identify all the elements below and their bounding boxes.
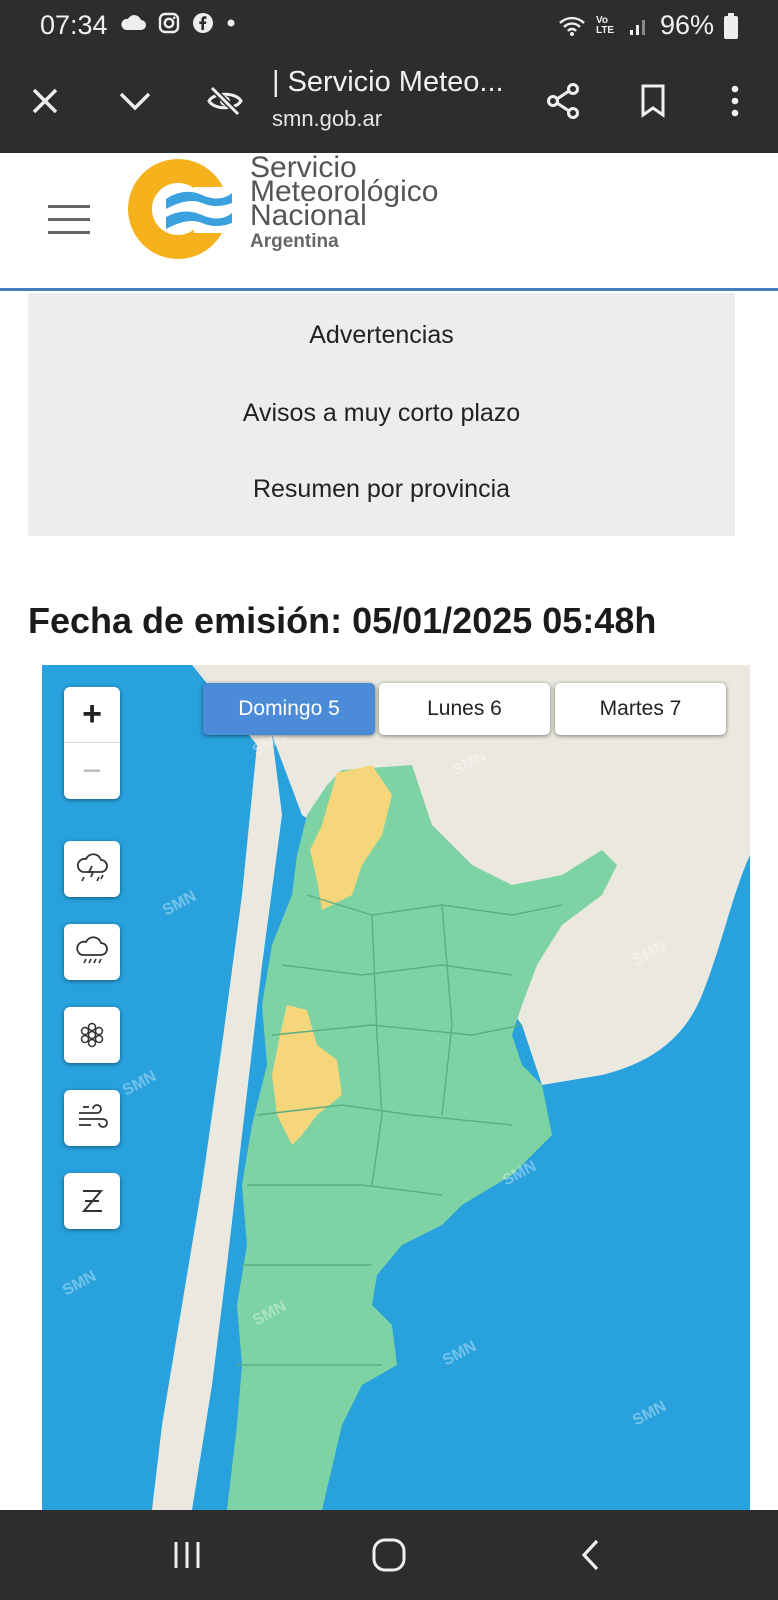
minimize-tab-button[interactable] <box>112 78 158 124</box>
wifi-icon <box>559 16 585 36</box>
eye-off-icon <box>207 86 243 116</box>
warnings-map[interactable]: SMN SMN SMN SMN SMN SMN SMN SMN SMN SMN … <box>42 665 750 1510</box>
rain-layer-button[interactable] <box>64 924 120 980</box>
wind-layer-button[interactable] <box>64 1090 120 1146</box>
back-icon <box>581 1539 599 1571</box>
zonda-layer-button[interactable] <box>64 1173 120 1229</box>
bookmark-button[interactable] <box>630 78 676 124</box>
tab-domingo[interactable]: Domingo 5 <box>203 683 375 735</box>
custom-tab-toolbar: | Servicio Meteo... smn.gob.ar <box>0 50 778 153</box>
smn-logo <box>128 159 234 259</box>
status-system-icons: Vo LTE 96% <box>558 10 738 41</box>
status-notification-icons <box>120 12 236 34</box>
close-icon <box>32 88 58 114</box>
home-icon <box>372 1538 406 1572</box>
snow-icon <box>80 1022 104 1048</box>
back-button[interactable] <box>570 1534 612 1576</box>
recent-apps-icon <box>174 1542 200 1568</box>
warnings-submenu: Advertencias Avisos a muy corto plazo Re… <box>28 293 735 536</box>
logo-wordmark: Servicio Meteorológico Nacional Argentin… <box>250 153 438 254</box>
argentina-green-area <box>227 765 617 1510</box>
status-time: 07:34 <box>40 10 108 40</box>
instagram-icon <box>158 12 180 34</box>
tab-lunes[interactable]: Lunes 6 <box>379 683 550 735</box>
close-tab-button[interactable] <box>22 78 68 124</box>
chevron-down-icon <box>119 92 151 111</box>
page-title: | Servicio Meteo... <box>272 66 504 98</box>
menu-toggle-button[interactable] <box>48 205 90 237</box>
zoom-control: + − <box>64 687 120 799</box>
zoom-out-button[interactable]: − <box>64 743 120 799</box>
storm-icon <box>76 853 108 882</box>
home-button[interactable] <box>368 1534 410 1576</box>
hamburger-icon <box>48 205 90 208</box>
menu-item-avisos-corto-plazo[interactable]: Avisos a muy corto plazo <box>28 399 735 428</box>
zoom-in-button[interactable]: + <box>64 687 120 743</box>
privacy-toggle-button[interactable] <box>202 78 248 124</box>
tab-martes[interactable]: Martes 7 <box>555 683 726 735</box>
snow-layer-button[interactable] <box>64 1007 120 1063</box>
signal-icon <box>629 19 645 35</box>
zonda-icon <box>81 1190 104 1212</box>
menu-item-resumen-provincia[interactable]: Resumen por provincia <box>28 475 735 504</box>
page-url: smn.gob.ar <box>272 106 383 131</box>
cloud-icon <box>121 15 146 30</box>
more-options-button[interactable] <box>712 78 758 124</box>
volte-icon: Vo LTE <box>595 14 615 36</box>
emission-date-heading: Fecha de emisión: 05/01/2025 05:48h <box>28 600 657 641</box>
recent-apps-button[interactable] <box>166 1534 208 1576</box>
bookmark-icon <box>641 84 665 118</box>
wind-icon <box>79 1104 108 1128</box>
share-icon <box>547 83 579 119</box>
logo-line4: Argentina <box>250 231 339 252</box>
status-bar: 07:34 Vo LTE 96% <box>0 0 778 50</box>
system-navigation-bar <box>0 1510 778 1600</box>
battery-icon <box>724 12 738 39</box>
battery-percentage: 96% <box>659 10 714 40</box>
rain-icon <box>76 936 108 964</box>
menu-item-advertencias[interactable]: Advertencias <box>28 321 735 350</box>
dot-icon <box>227 19 235 27</box>
storm-layer-button[interactable] <box>64 841 120 897</box>
more-vert-icon <box>731 85 739 117</box>
share-button[interactable] <box>540 78 586 124</box>
facebook-icon <box>193 13 213 33</box>
site-header: Servicio Meteorológico Nacional Argentin… <box>0 153 778 291</box>
